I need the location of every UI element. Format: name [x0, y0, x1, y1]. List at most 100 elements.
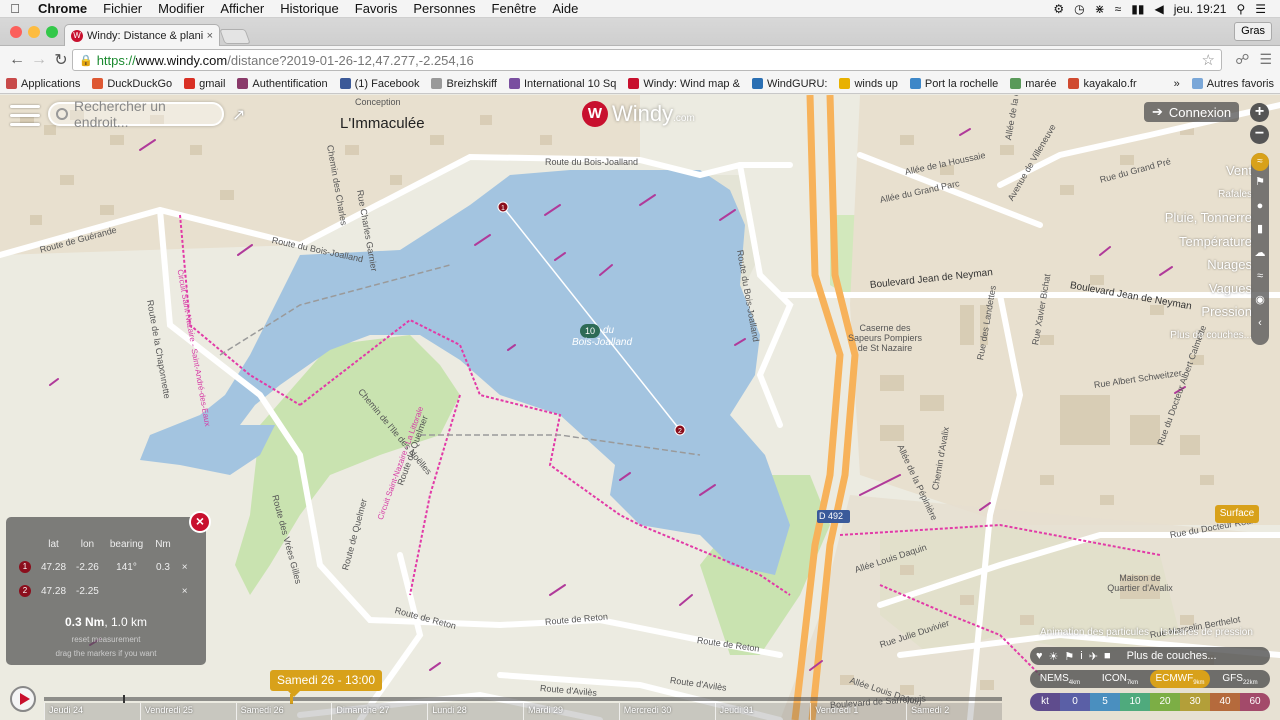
menu-afficher[interactable]: Afficher: [212, 1, 272, 16]
play-button[interactable]: [10, 686, 36, 712]
menu-personnes[interactable]: Personnes: [405, 1, 483, 16]
time-machine-icon[interactable]: ◷: [1074, 2, 1084, 16]
current-time-badge[interactable]: Samedi 26 - 13:00: [270, 670, 382, 697]
airport-icon[interactable]: ✈: [1089, 650, 1098, 663]
layer-vent[interactable]: Vent: [1165, 159, 1252, 183]
model-option[interactable]: ECMWF9km: [1150, 670, 1210, 688]
reload-icon[interactable]: ↻: [50, 50, 72, 70]
reset-measurement-link[interactable]: reset measurement: [6, 635, 206, 644]
timeline-day[interactable]: Lundi 28: [427, 703, 523, 720]
volume-icon[interactable]: ◀: [1154, 2, 1163, 16]
bookmark-other[interactable]: Autres favoris: [1186, 78, 1280, 90]
model-option[interactable]: ICON7km: [1090, 673, 1150, 686]
rain-layer-icon[interactable]: ●: [1251, 195, 1269, 219]
sun-icon[interactable]: ☀: [1049, 650, 1059, 663]
extension-icon[interactable]: ☍: [1235, 51, 1249, 68]
timeline-day[interactable]: Vendredi 1: [810, 703, 907, 720]
bookmark-item[interactable]: Breizhskiff: [425, 78, 503, 90]
bookmark-item[interactable]: WindGURU:: [746, 78, 834, 90]
timeline-day[interactable]: Jeudi 24: [44, 703, 140, 720]
surface-button[interactable]: Surface: [1215, 505, 1259, 523]
layer-more[interactable]: Plus de couches...: [1165, 324, 1252, 348]
bookmark-item[interactable]: marée: [1004, 78, 1062, 90]
forward-icon[interactable]: →: [28, 51, 50, 69]
layer-temperature[interactable]: Température: [1165, 230, 1252, 254]
layer-pluie[interactable]: Pluie, Tonnerre: [1165, 206, 1252, 230]
timeline-day[interactable]: Samedi 26: [235, 703, 332, 720]
timeline-day[interactable]: Samedi 2: [906, 703, 1002, 720]
spotlight-icon[interactable]: ⚲: [1236, 2, 1245, 16]
battery-icon[interactable]: ▮▮: [1131, 2, 1144, 16]
row1-remove-icon[interactable]: ×: [177, 555, 193, 579]
layer-vagues[interactable]: Vagues: [1165, 277, 1252, 301]
more-layers-button[interactable]: Plus de couches...: [1127, 650, 1217, 662]
share-icon[interactable]: ↗: [232, 105, 245, 125]
bookmarks-more-icon[interactable]: »: [1168, 78, 1186, 90]
profile-button[interactable]: Gras: [1234, 22, 1272, 41]
login-button[interactable]: ➔ Connexion: [1144, 102, 1240, 122]
bookmark-item[interactable]: kayakalo.fr: [1062, 78, 1142, 90]
zoom-in-button[interactable]: +: [1250, 103, 1269, 122]
apple-icon[interactable]: : [0, 1, 30, 16]
temperature-layer-icon[interactable]: ▮: [1251, 218, 1269, 242]
zoom-out-button[interactable]: −: [1250, 125, 1269, 144]
timeline-day[interactable]: Mercredi 30: [618, 703, 715, 720]
back-icon[interactable]: ←: [6, 51, 28, 69]
bookmark-item[interactable]: Port la rochelle: [904, 78, 1004, 90]
row2-remove-icon[interactable]: ×: [177, 579, 193, 603]
menu-historique[interactable]: Historique: [272, 1, 347, 16]
bookmark-item[interactable]: Windy: Wind map &: [622, 78, 746, 90]
notification-icon[interactable]: ☰: [1255, 2, 1266, 16]
minimize-window-icon[interactable]: [28, 26, 40, 38]
zoom-window-icon[interactable]: [46, 26, 58, 38]
layer-rafales[interactable]: Rafales: [1165, 183, 1252, 207]
gust-layer-icon[interactable]: ⚑: [1251, 171, 1269, 195]
menu-fenetre[interactable]: Fenêtre: [484, 1, 545, 16]
chrome-menu-icon[interactable]: ☰: [1259, 51, 1272, 68]
model-option[interactable]: GFS22km: [1210, 673, 1270, 686]
vpn-icon[interactable]: ⚙: [1053, 2, 1064, 16]
favorite-icon[interactable]: ♥: [1036, 650, 1043, 662]
timeline-day[interactable]: Jeudi 31: [714, 703, 811, 720]
menu-aide[interactable]: Aide: [544, 1, 586, 16]
clock[interactable]: jeu. 19:21: [1174, 2, 1227, 16]
bookmark-item[interactable]: International 10 Sq: [503, 78, 622, 90]
new-tab-button[interactable]: [219, 29, 251, 44]
timeline-bar[interactable]: [44, 694, 1002, 704]
timeline-day[interactable]: Mardi 29: [522, 703, 619, 720]
bookmark-item[interactable]: Applications: [0, 78, 86, 90]
timeline-day[interactable]: Dimanche 27: [331, 703, 428, 720]
hamburger-menu-icon[interactable]: [10, 105, 40, 127]
camera-icon[interactable]: ■: [1104, 650, 1111, 662]
menu-modifier[interactable]: Modifier: [150, 1, 212, 16]
layer-pression[interactable]: Pression: [1165, 300, 1252, 324]
timeline-day[interactable]: Vendredi 25: [139, 703, 236, 720]
waves-layer-icon[interactable]: ≈: [1251, 265, 1269, 289]
bookmark-item[interactable]: (1) Facebook: [334, 78, 426, 90]
bookmark-item[interactable]: winds up: [833, 78, 903, 90]
menu-app[interactable]: Chrome: [30, 1, 95, 16]
menu-fichier[interactable]: Fichier: [95, 1, 150, 16]
wind-layer-icon[interactable]: ≈: [1251, 153, 1269, 171]
flag-icon[interactable]: ⚑: [1064, 650, 1074, 663]
model-option[interactable]: NEMS4km: [1030, 673, 1090, 686]
menu-favoris[interactable]: Favoris: [347, 1, 406, 16]
bookmark-item[interactable]: Authentification: [231, 78, 333, 90]
tab-windy[interactable]: W Windy: Distance & planific ×: [64, 24, 220, 46]
collapse-icon[interactable]: ‹: [1251, 312, 1269, 336]
search-input[interactable]: Rechercher un endroit...: [48, 98, 224, 130]
close-window-icon[interactable]: [10, 26, 22, 38]
bluetooth-icon[interactable]: ⋇: [1095, 2, 1105, 16]
info-icon[interactable]: i: [1080, 650, 1082, 662]
bookmark-item[interactable]: gmail: [178, 78, 231, 90]
wifi-icon[interactable]: ≈: [1115, 2, 1122, 16]
bookmark-star-icon[interactable]: ☆: [1202, 51, 1215, 69]
clouds-layer-icon[interactable]: ☁: [1251, 242, 1269, 266]
map-canvas[interactable]: 1 2 L'Immaculée Conception Route du Bois…: [0, 95, 1280, 720]
tab-close-icon[interactable]: ×: [207, 30, 213, 42]
close-measure-icon[interactable]: ×: [189, 511, 211, 533]
address-bar[interactable]: 🔒 https:// www.windy.com /distance?2019-…: [72, 49, 1222, 71]
bookmark-item[interactable]: DuckDuckGo: [86, 78, 178, 90]
pressure-layer-icon[interactable]: ◉: [1251, 289, 1269, 313]
layer-nuages[interactable]: Nuages: [1165, 253, 1252, 277]
